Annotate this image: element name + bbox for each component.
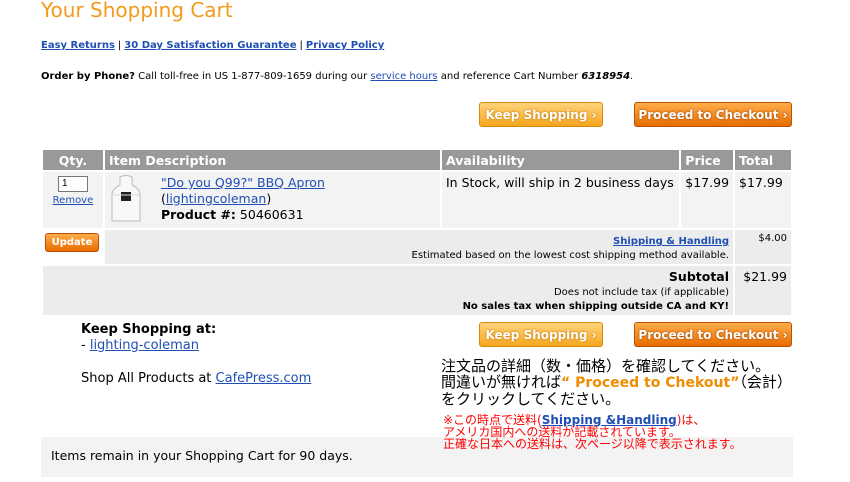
order-by-phone-label: Order by Phone? xyxy=(41,71,135,82)
instruction-line-2: 間違いが無ければ“ Proceed to Chekout”（会計） xyxy=(441,373,792,391)
qty-cell: Remove xyxy=(43,172,103,228)
keep-shopping-at: Keep Shopping at: - lighting-coleman xyxy=(81,322,217,353)
product-number: 50460631 xyxy=(239,207,304,222)
keep-shopping-button-top[interactable]: Keep Shopping › xyxy=(479,102,603,127)
shipping-annotation: ※この時点で送料(Shipping &Handling)は、 アメリカ国内への送… xyxy=(443,413,742,451)
total-header: Total xyxy=(735,150,791,170)
remove-link[interactable]: Remove xyxy=(53,195,94,206)
subtotal-cell: Subtotal Does not include tax (if applic… xyxy=(43,266,734,315)
availability-header: Availability xyxy=(441,150,680,170)
shipping-note: Estimated based on the lowest cost shipp… xyxy=(411,250,730,261)
item-description-cell: "Do you Q99?" BBQ Apron (lightingcoleman… xyxy=(104,172,440,228)
cafepress-link[interactable]: CafePress.com xyxy=(216,371,312,386)
subtotal-label: Subtotal xyxy=(668,269,730,284)
reference-text: and reference Cart Number xyxy=(437,71,582,82)
lighting-coleman-link[interactable]: lighting-coleman xyxy=(90,338,199,353)
satisfaction-guarantee-link[interactable]: 30 Day Satisfaction Guarantee xyxy=(124,40,296,51)
policy-links: Easy Returns | 30 Day Satisfaction Guarant… xyxy=(41,40,384,51)
cart-number: 6318954 xyxy=(581,71,631,82)
service-hours-link[interactable]: service hours xyxy=(370,71,437,82)
shipping-amount: $4.00 xyxy=(735,230,791,264)
shipping-row: Update Shipping & Handling Estimated bas… xyxy=(43,230,791,264)
order-by-phone: Order by Phone? Call toll-free in US 1-8… xyxy=(41,71,634,82)
keep-shopping-button-bottom[interactable]: Keep Shopping › xyxy=(479,322,603,347)
phone-text: Call toll-free in US 1-877-809-1659 duri… xyxy=(134,71,371,82)
instruction-line-3: をクリックしてください。 xyxy=(441,390,621,408)
table-header-row: Qty. Item Description Availability Price… xyxy=(43,150,791,170)
subtotal-row: Subtotal Does not include tax (if applic… xyxy=(43,266,791,315)
price-header: Price xyxy=(681,150,734,170)
update-cell: Update xyxy=(43,230,103,264)
availability-cell: In Stock, will ship in 2 business days xyxy=(441,172,680,228)
easy-returns-link[interactable]: Easy Returns xyxy=(41,40,115,51)
proceed-to-checkout-button-bottom[interactable]: Proceed to Checkout › xyxy=(634,322,792,347)
shipping-handling-link[interactable]: Shipping & Handling xyxy=(613,236,729,247)
shop-all-products: Shop All Products at CafePress.com xyxy=(81,371,312,386)
checkout-highlight: “ Proceed to Chekout” xyxy=(561,375,740,391)
product-name-link[interactable]: "Do you Q99?" BBQ Apron xyxy=(161,175,325,190)
instruction-line-1: 注文品の詳細（数・価格）を確認してください。 xyxy=(441,357,771,375)
keep-shopping-heading: Keep Shopping at: xyxy=(81,322,217,337)
separator: | xyxy=(117,40,122,51)
apron-thumbnail[interactable] xyxy=(109,175,143,223)
update-button[interactable]: Update xyxy=(45,233,99,252)
footer-text: Items remain in your Shopping Cart for 9… xyxy=(51,448,353,463)
sales-tax-note: No sales tax when shipping outside CA an… xyxy=(462,301,730,312)
total-cell: $17.99 xyxy=(735,172,791,228)
shop-link[interactable]: lightingcoleman xyxy=(166,191,266,206)
page-title: Your Shopping Cart xyxy=(41,0,233,22)
subtotal-amount: $21.99 xyxy=(735,266,791,315)
privacy-policy-link[interactable]: Privacy Policy xyxy=(306,40,384,51)
tax-note: Does not include tax (if applicable) xyxy=(553,287,730,298)
japanese-instruction: 注文品の詳細（数・価格）を確認してください。 間違いが無ければ“ Proceed… xyxy=(441,358,850,407)
table-row: Remove "Do you Q99?" BBQ Apron (lighting… xyxy=(43,172,791,228)
item-description-header: Item Description xyxy=(104,150,440,170)
proceed-to-checkout-button-top[interactable]: Proceed to Checkout › xyxy=(634,102,792,127)
separator: | xyxy=(299,40,303,51)
product-number-label: Product #: xyxy=(160,207,236,222)
cart-table: Qty. Item Description Availability Price… xyxy=(41,148,793,317)
shipping-cell: Shipping & Handling Estimated based on t… xyxy=(104,230,734,264)
quantity-input[interactable] xyxy=(57,175,88,192)
note-line-3: 正確な日本への送料は、次ページ以降で表示されます。 xyxy=(443,437,742,451)
qty-header: Qty. xyxy=(43,150,103,170)
price-cell: $17.99 xyxy=(681,172,734,228)
